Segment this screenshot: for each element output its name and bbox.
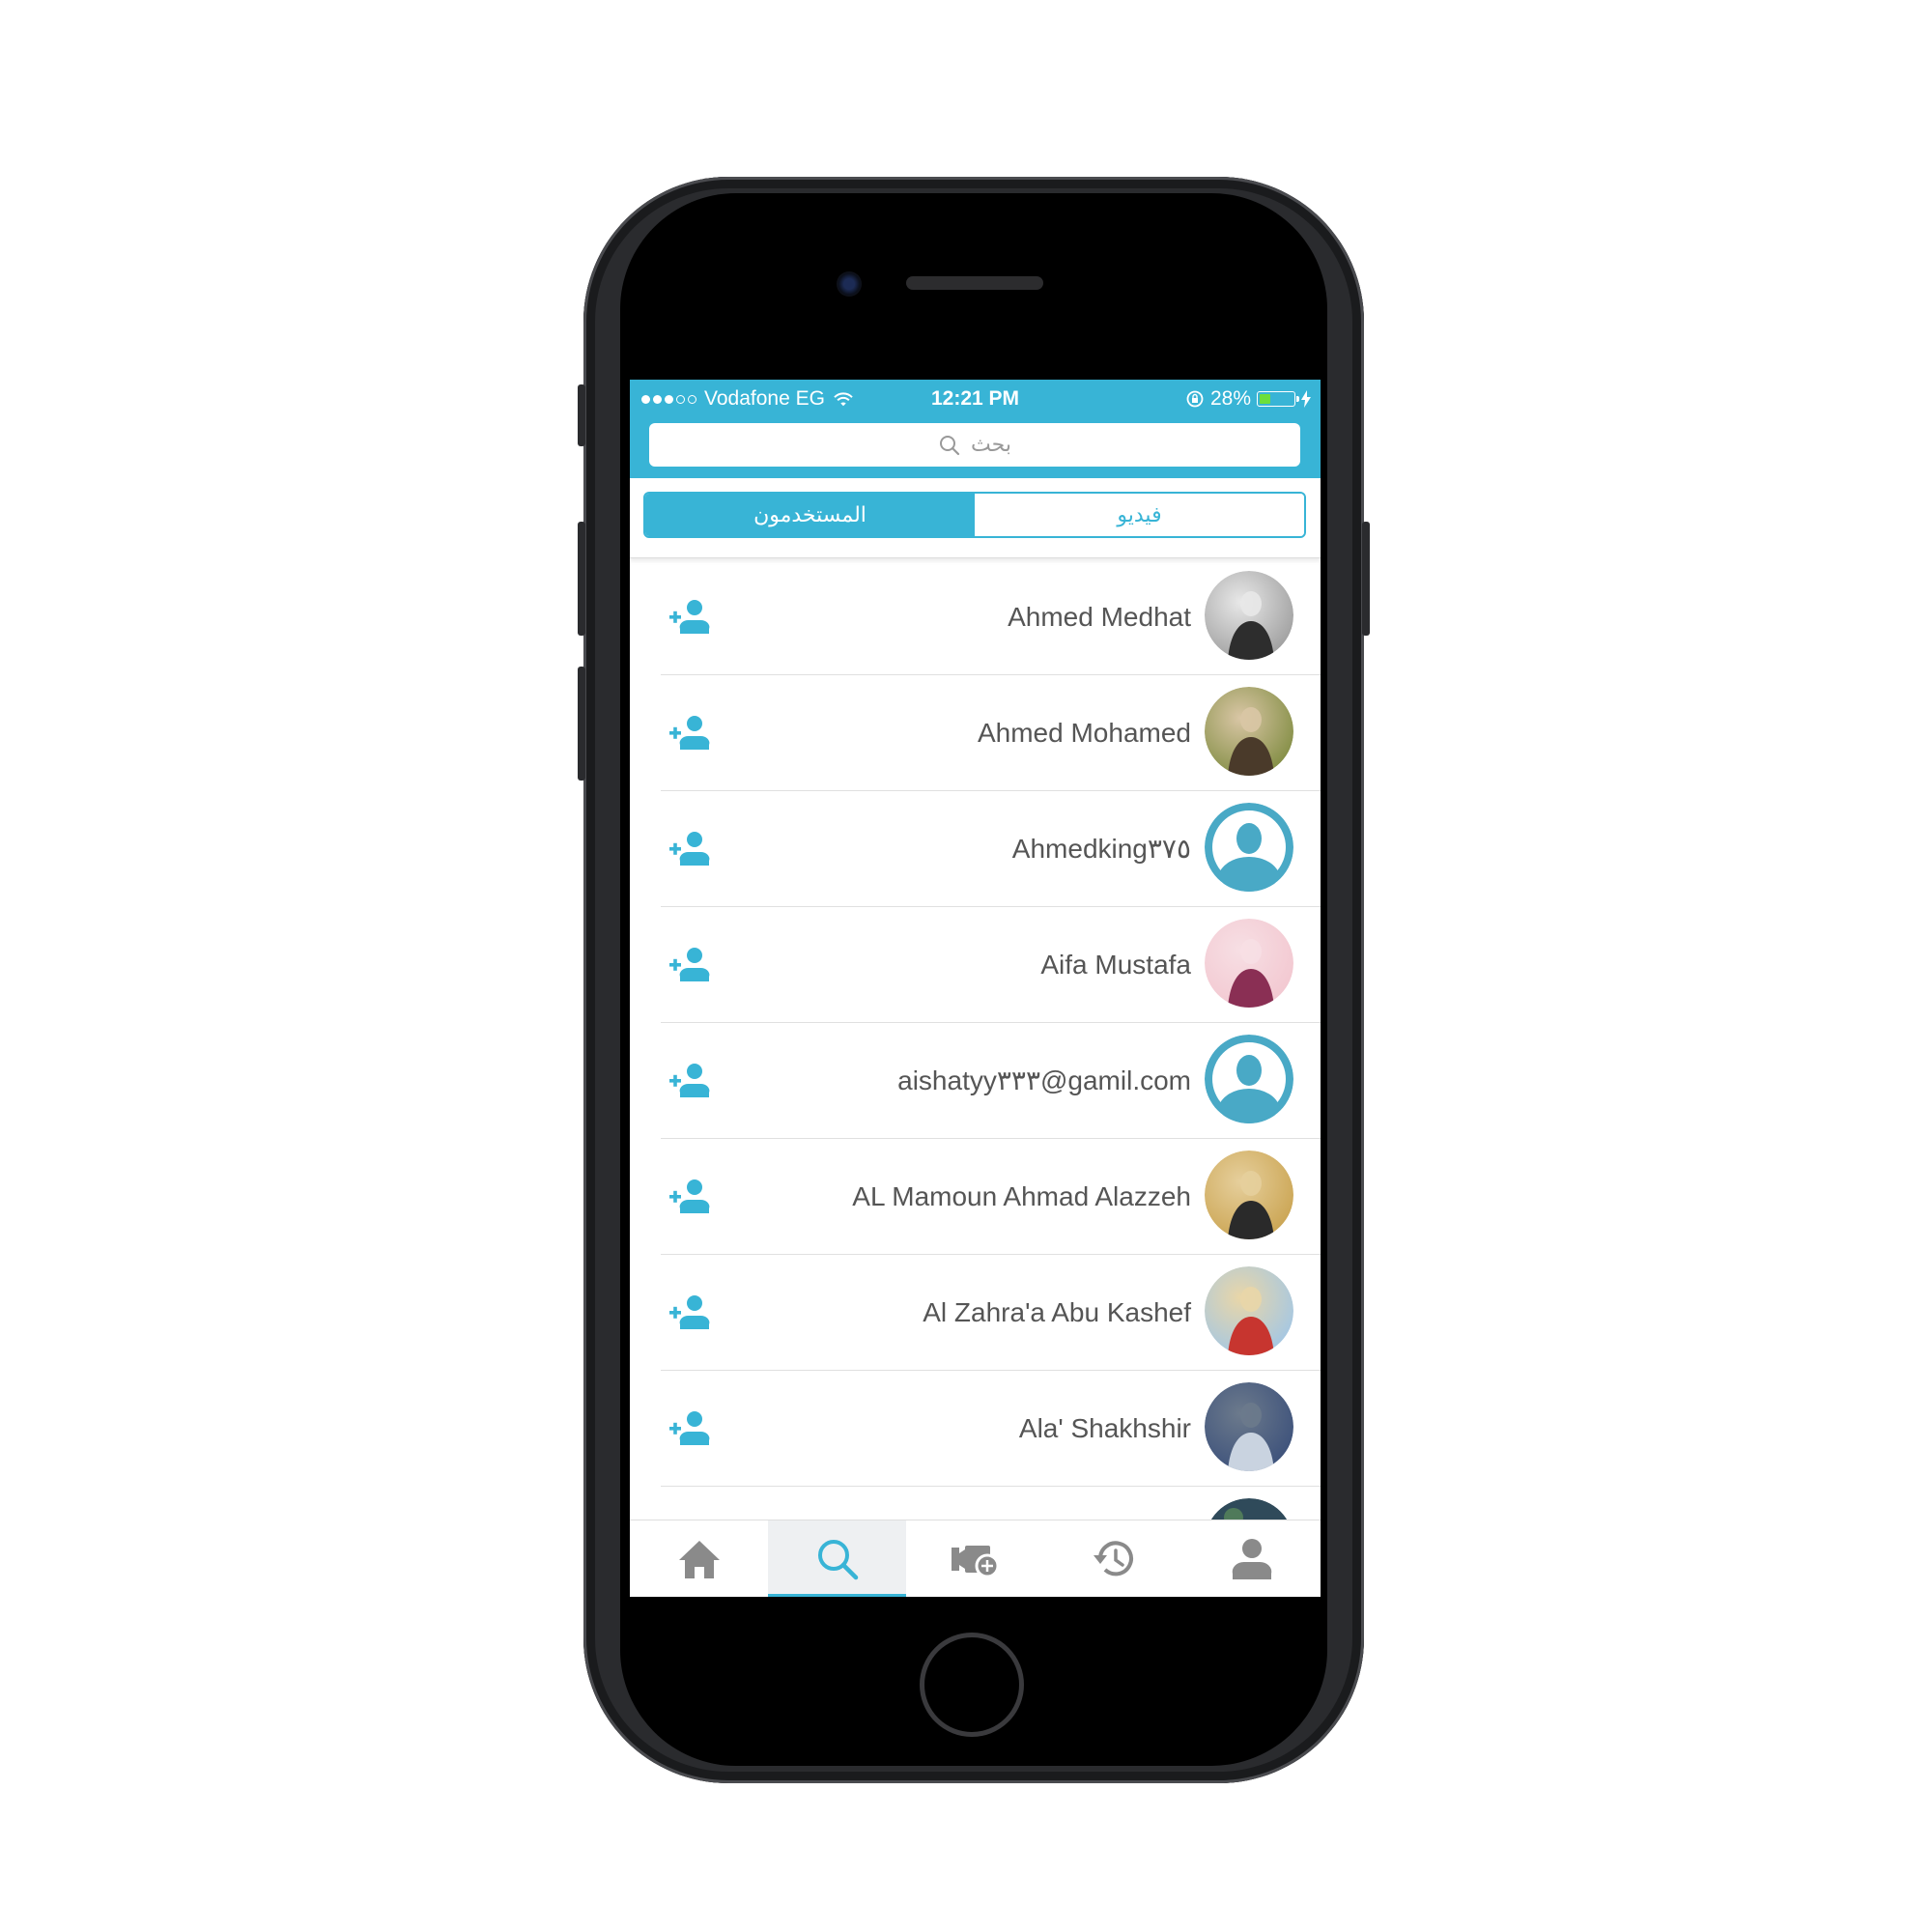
search-placeholder: بحث (971, 433, 1011, 457)
status-bar: Vodafone EG 12:21 PM 28% (630, 380, 1321, 418)
list-item[interactable]: Ahmed Medhat (630, 559, 1321, 675)
list-item[interactable]: aishatyy٣٣٣@gamil.com (630, 1023, 1321, 1139)
search-icon (940, 435, 960, 455)
user-name[interactable]: Aifa Mustafa (1040, 907, 1191, 1023)
home-icon (678, 1541, 720, 1578)
list-item[interactable]: Al Zahra'a Abu Kashef (630, 1255, 1321, 1371)
user-list: Ahmed Medhat Ahmed Mohamed Ahmedking٣٧٥ Aif… (630, 559, 1321, 1597)
segment-users[interactable]: المستخدمون (645, 494, 975, 536)
volume-up-button (578, 522, 585, 636)
tab-history[interactable] (1044, 1520, 1182, 1597)
add-friend-icon[interactable] (667, 1293, 711, 1331)
user-name[interactable]: Ahmed Mohamed (978, 675, 1191, 791)
orientation-lock-icon (1186, 390, 1204, 408)
status-right: 28% (1185, 387, 1311, 411)
search-icon (817, 1540, 858, 1580)
search-header: بحث (630, 418, 1321, 478)
list-item[interactable]: Ahmed Mohamed (630, 675, 1321, 791)
segment-control: المستخدمون فيديو (643, 492, 1306, 538)
avatar[interactable] (1205, 1151, 1293, 1239)
add-video-icon (951, 1546, 999, 1578)
history-icon (1093, 1541, 1133, 1577)
user-name[interactable]: Ahmed Medhat (1008, 559, 1191, 675)
add-friend-icon[interactable] (667, 1408, 711, 1447)
search-input[interactable]: بحث (649, 423, 1300, 467)
tab-search[interactable] (768, 1520, 906, 1597)
avatar[interactable] (1205, 803, 1293, 892)
add-friend-icon[interactable] (667, 829, 711, 867)
battery-icon (1257, 391, 1299, 407)
add-friend-icon[interactable] (667, 945, 711, 983)
list-item[interactable]: AL Mamoun Ahmad Alazzeh (630, 1139, 1321, 1255)
battery-percent: 28% (1209, 387, 1251, 410)
tab-bar (630, 1520, 1321, 1597)
user-name[interactable]: Al Zahra'a Abu Kashef (923, 1255, 1191, 1371)
avatar[interactable] (1205, 919, 1293, 1008)
user-name[interactable]: aishatyy٣٣٣@gamil.com (897, 1023, 1191, 1139)
battery-level (1260, 394, 1270, 404)
tab-home[interactable] (630, 1520, 768, 1597)
avatar[interactable] (1205, 1382, 1293, 1471)
profile-icon (1232, 1539, 1271, 1579)
power-button (1362, 522, 1370, 636)
add-friend-icon[interactable] (667, 713, 711, 752)
tab-profile[interactable] (1182, 1520, 1321, 1597)
add-friend-icon[interactable] (667, 1177, 711, 1215)
list-item[interactable]: Aifa Mustafa (630, 907, 1321, 1023)
list-item[interactable]: Ahmedking٣٧٥ (630, 791, 1321, 907)
home-button[interactable] (920, 1633, 1024, 1737)
list-item[interactable]: Ala' Shakhshir (630, 1371, 1321, 1487)
avatar[interactable] (1205, 571, 1293, 660)
charging-bolt-icon (1301, 390, 1311, 408)
segment-video[interactable]: فيديو (975, 494, 1304, 536)
app-screen: Vodafone EG 12:21 PM 28% بحث المستخدمون … (630, 380, 1321, 1597)
user-name[interactable]: Ala' Shakhshir (1019, 1371, 1191, 1487)
avatar[interactable] (1205, 1266, 1293, 1355)
user-name[interactable]: AL Mamoun Ahmad Alazzeh (852, 1139, 1191, 1255)
avatar[interactable] (1205, 687, 1293, 776)
user-name[interactable]: Ahmedking٣٧٥ (1012, 791, 1191, 907)
add-friend-icon[interactable] (667, 1061, 711, 1099)
earpiece-speaker (906, 276, 1043, 290)
front-camera (837, 271, 862, 297)
tab-add-video[interactable] (906, 1520, 1044, 1597)
segment-control-bar: المستخدمون فيديو (630, 478, 1321, 558)
avatar[interactable] (1205, 1035, 1293, 1123)
mute-switch (578, 384, 585, 446)
add-friend-icon[interactable] (667, 597, 711, 636)
volume-down-button (578, 667, 585, 781)
